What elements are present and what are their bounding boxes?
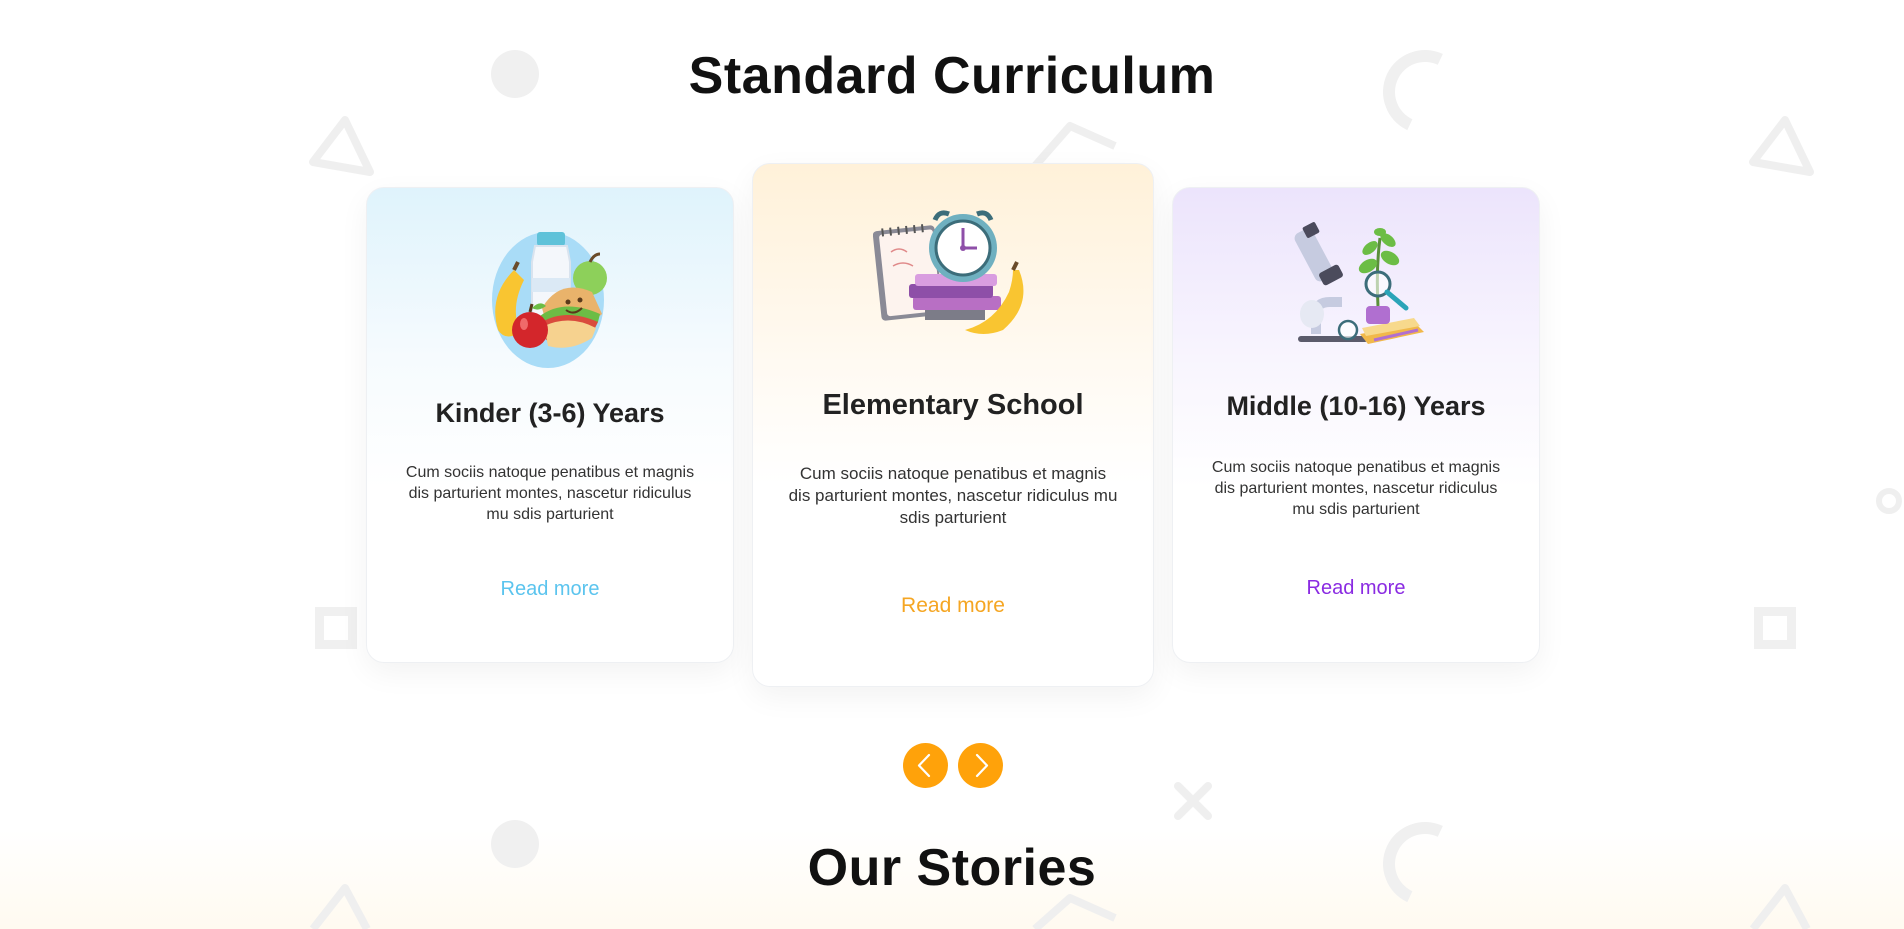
chevron-left-icon [903, 743, 948, 788]
card-description: Cum sociis natoque penatibus et magnis d… [788, 464, 1118, 528]
decor-triangle-shape [1030, 118, 1120, 168]
curriculum-card-middle: Middle (10-16) Years Cum sociis natoque … [1172, 187, 1540, 663]
card-title: Middle (10-16) Years [1226, 391, 1486, 421]
our-stories-title: Our Stories [807, 839, 1097, 897]
decor-ring-shape [1876, 488, 1902, 514]
decor-square-shape [1754, 607, 1796, 649]
read-more-link[interactable]: Read more [1173, 577, 1539, 600]
card-title: Kinder (3-6) Years [435, 398, 665, 428]
read-more-link[interactable]: Read more [753, 594, 1153, 618]
decor-x-shape [1172, 780, 1214, 822]
alarm-clock-books-illustration-icon [872, 200, 1033, 345]
decor-triangle-shape [305, 112, 375, 182]
decor-triangle-shape [1745, 112, 1815, 182]
card-description: Cum sociis natoque penatibus et magnis d… [405, 464, 695, 523]
carousel-next-button[interactable] [958, 743, 1003, 788]
card-description: Cum sociis natoque penatibus et magnis d… [1211, 459, 1501, 518]
curriculum-card-elementary: Elementary School Cum sociis natoque pen… [752, 163, 1154, 687]
microscope-science-illustration-icon [1286, 218, 1426, 363]
section-title: Standard Curriculum [688, 47, 1216, 105]
curriculum-page: Standard Curriculum Kinder (3-6) Years C… [0, 0, 1904, 929]
lunch-food-illustration-icon [480, 218, 620, 373]
read-more-link[interactable]: Read more [367, 578, 733, 601]
curriculum-card-kinder: Kinder (3-6) Years Cum sociis natoque pe… [366, 187, 734, 663]
chevron-right-icon [958, 743, 1003, 788]
carousel-prev-button[interactable] [903, 743, 948, 788]
decor-square-shape [315, 607, 357, 649]
card-title: Elementary School [822, 389, 1084, 421]
